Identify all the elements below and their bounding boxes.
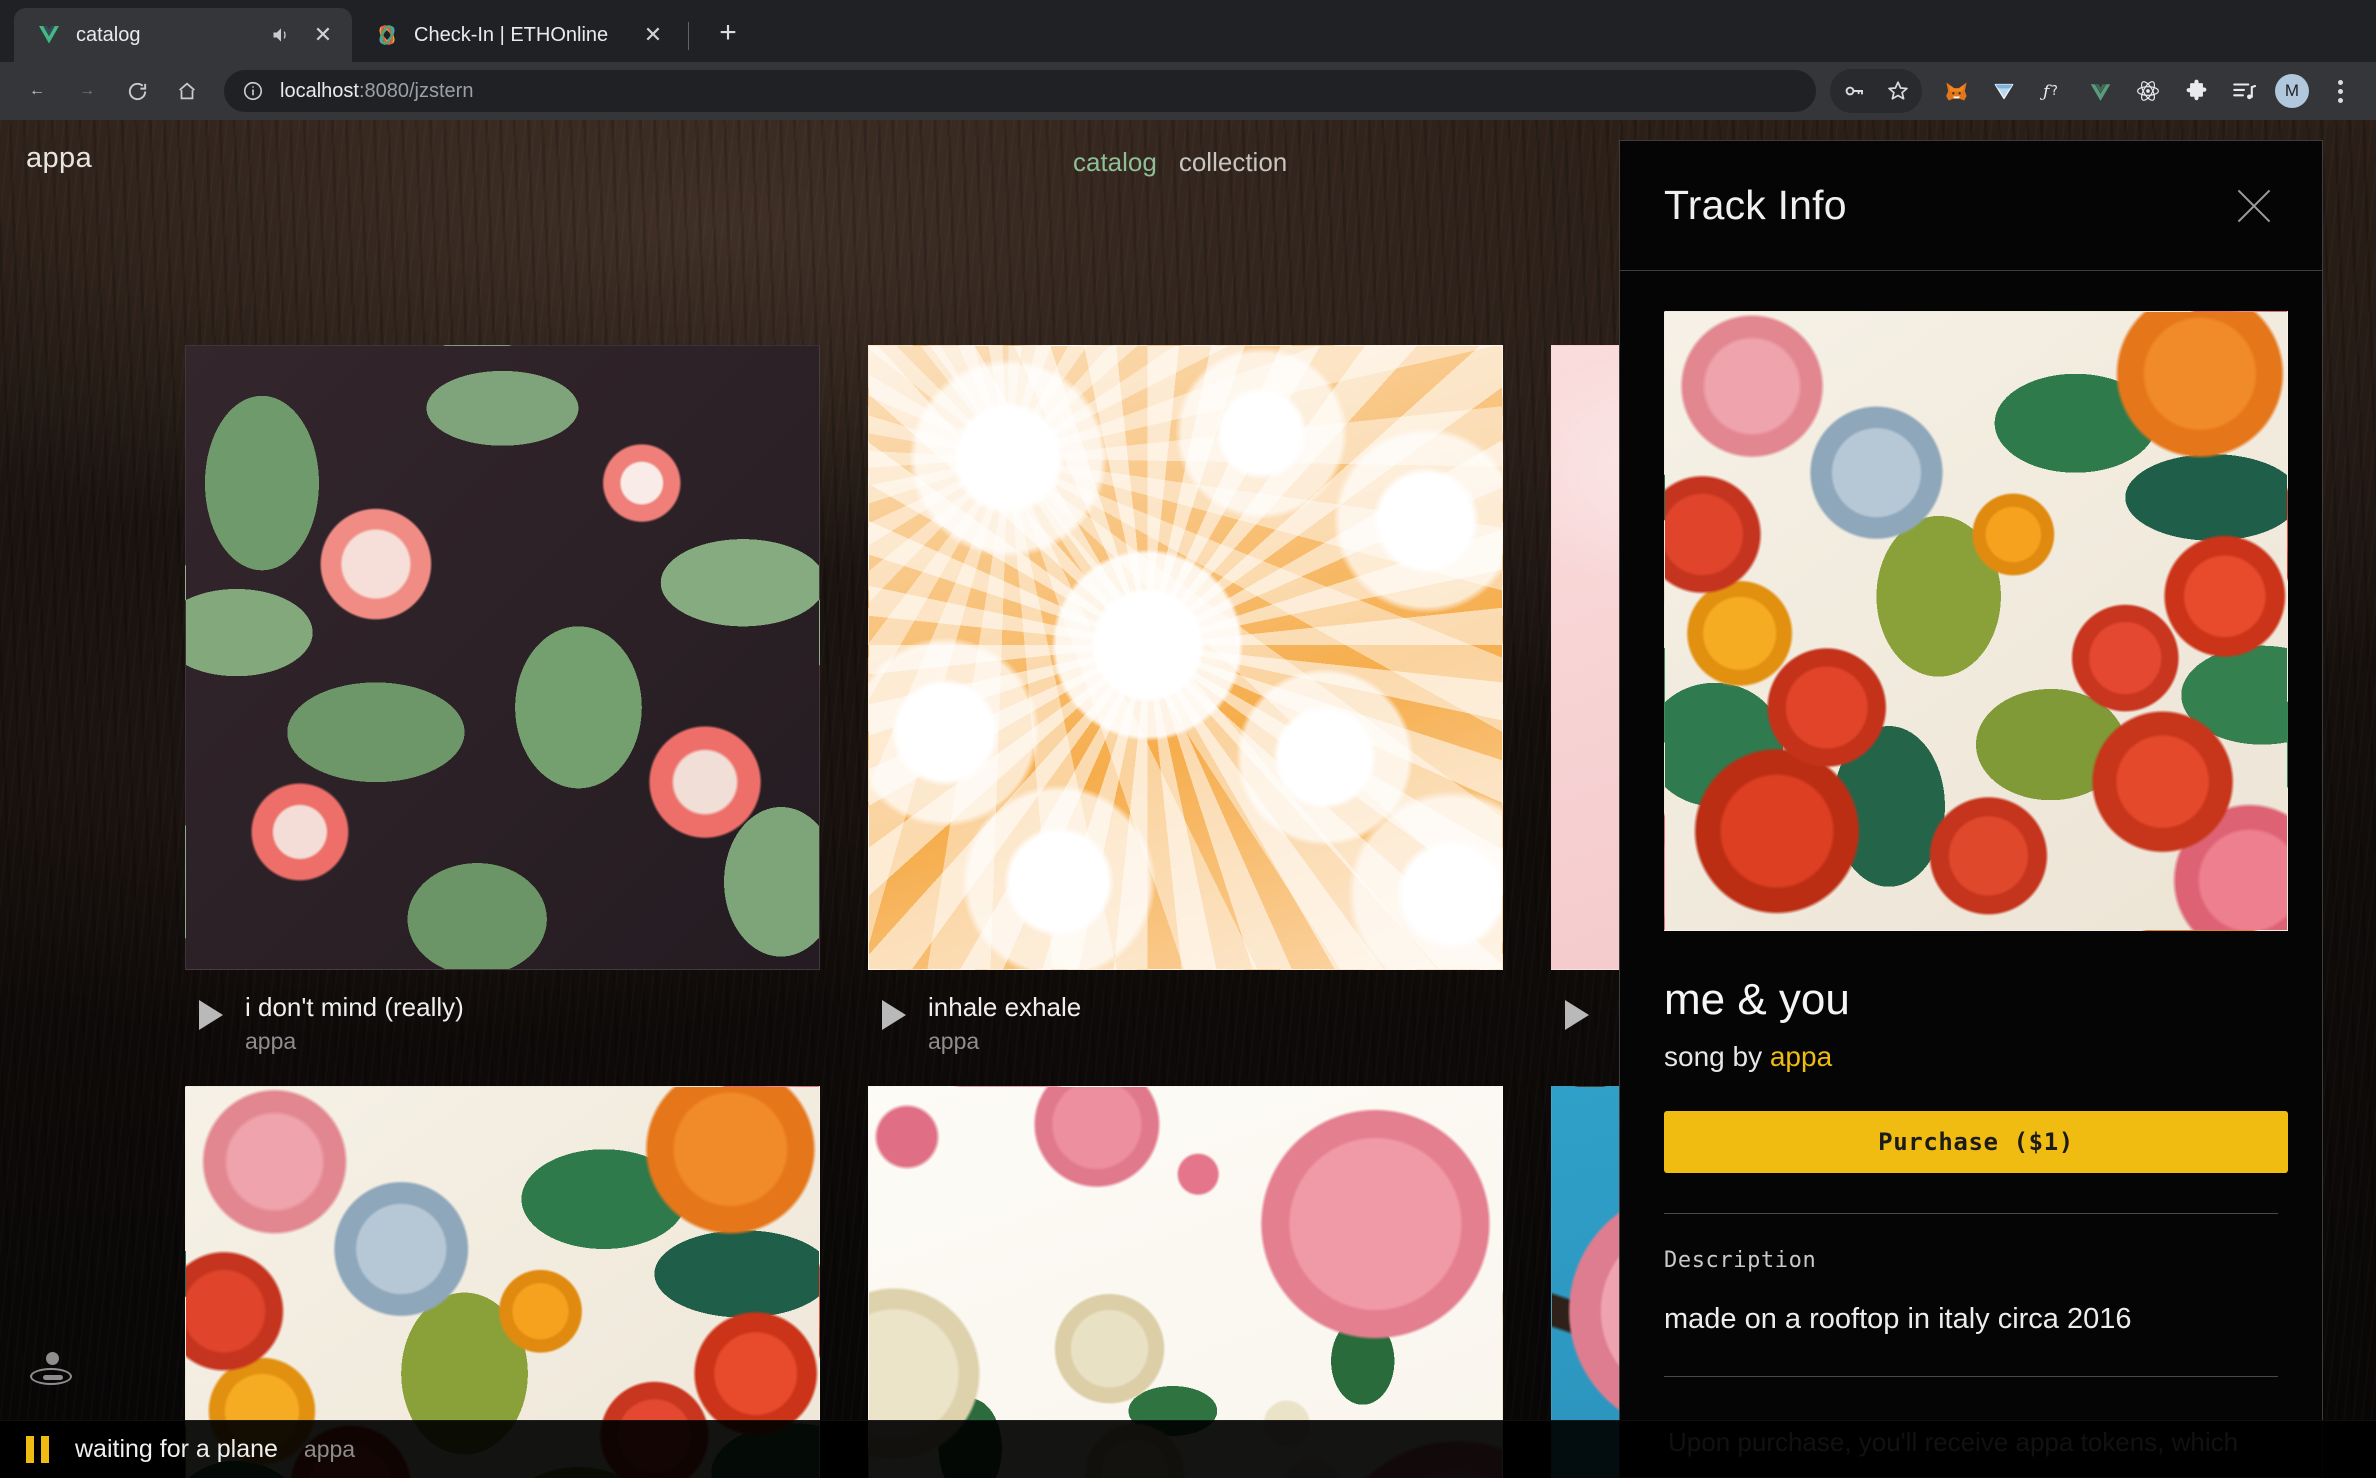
purchase-button[interactable]: Purchase ($1) — [1664, 1111, 2288, 1173]
toolbar-icon-group: ƒ ? M — [1830, 69, 2362, 113]
back-button[interactable]: ← — [14, 68, 60, 114]
tab-divider — [688, 22, 689, 50]
url-host: localhost — [280, 79, 359, 102]
bookmark-star-icon[interactable] — [1876, 69, 1920, 113]
player-bar: waiting for a plane appa — [0, 1420, 2376, 1478]
new-tab-button[interactable]: + — [705, 10, 751, 56]
panel-title: Track Info — [1664, 182, 1847, 228]
track-title: i don't mind (really) — [245, 992, 464, 1022]
browser-window: catalog ✕ Check-In | ETHOnline ✕ + ← → l… — [0, 0, 2376, 1478]
close-x-icon[interactable] — [2230, 182, 2278, 230]
play-triangle-icon[interactable] — [882, 1000, 906, 1030]
vue-logo-icon — [36, 22, 62, 48]
track-info-body: me & you song by appa Purchase ($1) Desc… — [1620, 271, 2322, 1477]
track-info-panel: Track Info me & you song by appa Purchas… — [1619, 140, 2323, 1478]
url-path: :8080/jzstern — [358, 79, 474, 102]
track-artwork[interactable] — [868, 345, 1503, 970]
tab-close-button[interactable]: ✕ — [308, 20, 338, 50]
avatar-initial: M — [2275, 74, 2309, 108]
record-ring — [30, 1368, 72, 1385]
home-button[interactable] — [164, 68, 210, 114]
tab-title: catalog — [76, 23, 141, 46]
tab-title: Check-In | ETHOnline — [414, 23, 609, 46]
nav-link-catalog[interactable]: catalog — [1073, 147, 1157, 178]
record-dot — [45, 1352, 59, 1365]
metamask-fox-icon[interactable] — [1934, 69, 1978, 113]
browser-toolbar: ← → localhost:8080/jzstern ƒ ? M — [0, 62, 2376, 120]
ethonline-logo-icon — [374, 22, 400, 48]
browser-tab-catalog[interactable]: catalog ✕ — [14, 8, 352, 62]
panel-artist-link[interactable]: appa — [1770, 1041, 1832, 1072]
description-text: made on a rooftop in italy circa 2016 — [1664, 1303, 2132, 1335]
forward-button[interactable]: → — [64, 68, 110, 114]
svg-text:?: ? — [2051, 84, 2058, 99]
track-meta: inhale exhale appa — [868, 970, 1503, 1058]
catalog-record-icon[interactable] — [30, 1352, 74, 1396]
address-bar[interactable]: localhost:8080/jzstern — [224, 70, 1816, 112]
tab-close-button[interactable]: ✕ — [638, 20, 668, 50]
site-brand[interactable]: appa — [26, 142, 92, 175]
three-dot-menu-icon[interactable] — [2318, 69, 2362, 113]
info-circle-icon[interactable] — [240, 78, 266, 104]
divider — [1664, 1376, 2278, 1377]
track-artwork[interactable] — [185, 345, 820, 970]
vue-devtools-icon[interactable] — [2078, 69, 2122, 113]
browser-tab-ethonline[interactable]: Check-In | ETHOnline ✕ — [352, 8, 682, 62]
formula-f-icon[interactable]: ƒ ? — [2030, 69, 2074, 113]
play-triangle-icon[interactable] — [1565, 1000, 1589, 1030]
track-meta: i don't mind (really) appa — [185, 970, 820, 1058]
media-playlist-icon[interactable] — [2222, 69, 2266, 113]
mute-icon[interactable] — [268, 22, 294, 48]
url-text: localhost:8080/jzstern — [280, 80, 473, 103]
tab-strip: catalog ✕ Check-In | ETHOnline ✕ + — [0, 0, 2376, 62]
page-viewport: appa catalog collection i don't mind (re… — [0, 120, 2376, 1478]
track-artist: appa — [245, 1027, 297, 1054]
track-artist: appa — [928, 1027, 980, 1054]
track-title: inhale exhale — [928, 992, 1082, 1022]
react-devtools-icon[interactable] — [2126, 69, 2170, 113]
track-info-header: Track Info — [1620, 141, 2322, 271]
password-key-icon[interactable] — [1832, 69, 1876, 113]
nav-link-collection[interactable]: collection — [1179, 147, 1287, 178]
pause-icon[interactable] — [26, 1436, 49, 1463]
panel-track-title: me & you — [1664, 975, 1850, 1024]
omnibox-action-pill — [1830, 69, 1922, 113]
play-triangle-icon[interactable] — [199, 1000, 223, 1030]
divider — [1664, 1213, 2278, 1214]
profile-avatar[interactable]: M — [2270, 69, 2314, 113]
byline-prefix: song by — [1664, 1041, 1770, 1072]
reload-button[interactable] — [114, 68, 160, 114]
description-label: Description — [1664, 1248, 1817, 1273]
now-playing-title: waiting for a plane — [75, 1435, 278, 1463]
panel-track-byline: song by appa — [1664, 1041, 2278, 1073]
now-playing-artist: appa — [303, 1436, 356, 1462]
track-card[interactable]: i don't mind (really) appa — [185, 345, 820, 1058]
rainbow-wallet-icon[interactable] — [1982, 69, 2026, 113]
track-card[interactable]: inhale exhale appa — [868, 345, 1503, 1058]
panel-artwork — [1664, 311, 2288, 931]
site-nav: catalog collection — [1073, 147, 1287, 178]
extensions-puzzle-icon[interactable] — [2174, 69, 2218, 113]
